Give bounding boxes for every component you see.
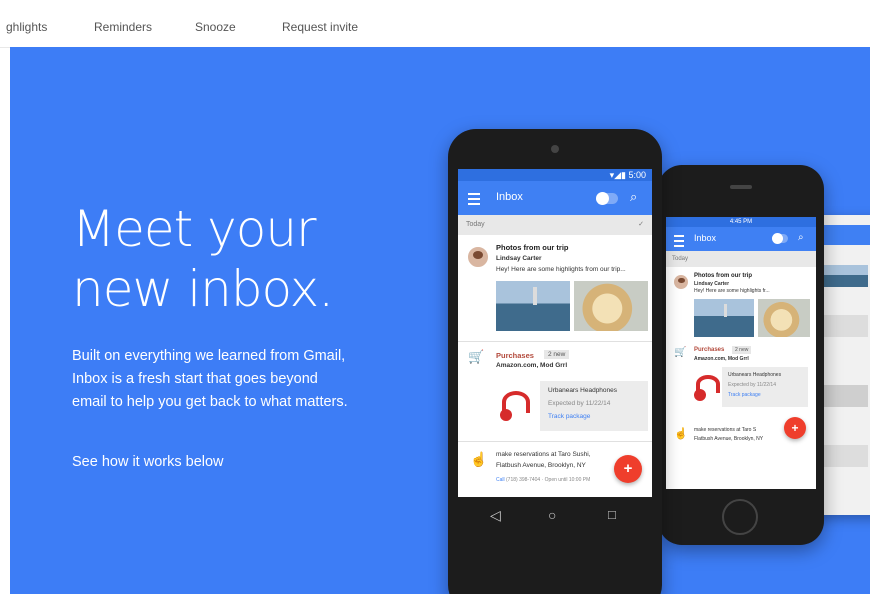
- reminder-line1[interactable]: make reservations at Taro Sushi,: [496, 451, 591, 458]
- section-today-label: Today: [466, 221, 485, 228]
- divider: [458, 341, 652, 342]
- reminder-phone-hours: (718) 398-7404 · Open until 10:00 PM: [506, 477, 591, 483]
- search-icon[interactable]: ⌕: [798, 232, 804, 243]
- cart-icon: 🛒: [468, 349, 485, 364]
- reminder-line2: Flatbush Avenue, Brooklyn, NY: [496, 462, 586, 469]
- email-preview: Hey! Here are some highlights fr...: [694, 288, 770, 294]
- hero-description: Built on everything we learned from Gmai…: [72, 348, 348, 410]
- nav-reminders[interactable]: Reminders: [94, 20, 152, 34]
- android-device: ▾◢▮ 5:00 Inbox ⌕ Today ✓ Photos from our…: [448, 129, 662, 594]
- hero-banner: Meet your new inbox. Built on everything…: [10, 47, 870, 594]
- package-title: Urbanears Headphones: [548, 387, 618, 394]
- nav-snooze[interactable]: Snooze: [195, 20, 236, 34]
- tablet-card: [818, 315, 868, 337]
- pin-toggle[interactable]: [772, 233, 788, 244]
- search-icon[interactable]: ⌕: [630, 189, 637, 205]
- iphone-app-title: Inbox: [694, 233, 717, 243]
- iphone-speaker: [730, 185, 752, 189]
- tablet-card: [818, 445, 868, 467]
- see-how-it-works-link[interactable]: See how it works below: [72, 454, 224, 470]
- reminder-line2: Flatbush Avenue, Brooklyn, NY: [694, 436, 764, 442]
- email-preview: Hey! Here are some highlights from our t…: [496, 266, 626, 273]
- iphone-status-bar: 4:45 PM: [666, 217, 816, 227]
- bundle-from: Amazon.com, Mod Grrl: [694, 356, 749, 362]
- reminder-icon: ☝: [674, 428, 688, 440]
- nav-request-invite[interactable]: Request invite: [282, 20, 358, 34]
- back-icon[interactable]: ◁: [490, 507, 501, 524]
- bundle-badge: 2 new: [732, 346, 752, 354]
- section-today: Today: [666, 251, 816, 267]
- pin-toggle[interactable]: [596, 192, 618, 205]
- track-package-link[interactable]: Track package: [728, 392, 761, 398]
- iphone-app-bar: Inbox ⌕: [666, 227, 816, 251]
- email-sender: Lindsay Carter: [694, 281, 730, 287]
- call-link[interactable]: Call: [496, 477, 505, 483]
- iphone-screen: 4:45 PM Inbox ⌕ Today Photos from our tr…: [666, 217, 816, 489]
- hero-title-line2: new inbox.: [72, 260, 334, 318]
- photo-thumbnail[interactable]: [574, 281, 648, 331]
- android-status-bar: ▾◢▮ 5:00: [458, 169, 652, 181]
- package-title: Urbanears Headphones: [728, 372, 782, 378]
- compose-fab[interactable]: +: [614, 455, 642, 483]
- bundle-from: Amazon.com, Mod Grrl: [496, 362, 568, 369]
- menu-icon[interactable]: [674, 235, 684, 250]
- compose-fab[interactable]: +: [784, 417, 806, 439]
- android-nav-bar: ◁ ○ □: [448, 501, 662, 533]
- home-button[interactable]: [722, 499, 758, 535]
- reminder-details: Call (718) 398-7404 · Open until 10:00 P…: [496, 477, 590, 483]
- signal-icon: ▾◢▮: [609, 170, 629, 180]
- bundle-label[interactable]: Purchases: [496, 351, 534, 360]
- tablet-card: [818, 385, 868, 407]
- package-expected: Expected by 11/22/14: [548, 400, 611, 407]
- photo-thumbnail[interactable]: [758, 299, 810, 337]
- package-card[interactable]: Urbanears Headphones Expected by 11/22/1…: [722, 367, 808, 407]
- email-title[interactable]: Photos from our trip: [496, 243, 569, 252]
- package-expected: Expected by 11/22/14: [728, 382, 776, 388]
- android-screen: ▾◢▮ 5:00 Inbox ⌕ Today ✓ Photos from our…: [458, 169, 652, 497]
- headphones-image: [694, 375, 720, 401]
- section-today: Today ✓: [458, 215, 652, 235]
- photo-thumbnail[interactable]: [694, 299, 754, 337]
- avatar: [672, 273, 690, 291]
- bundle-label[interactable]: Purchases: [694, 347, 724, 353]
- photo-thumbnail[interactable]: [496, 281, 570, 331]
- android-app-bar: Inbox ⌕: [458, 181, 652, 215]
- tablet-photo: [818, 265, 868, 287]
- front-camera: [551, 145, 559, 153]
- bundle-badge: 2 new: [544, 350, 570, 359]
- email-sender: Lindsay Carter: [496, 255, 542, 262]
- cart-icon: 🛒: [674, 347, 687, 358]
- home-icon[interactable]: ○: [548, 507, 556, 523]
- hero-title-line1: Meet your: [72, 200, 317, 258]
- top-nav: ghlights Reminders Snooze Request invite: [0, 0, 870, 48]
- sweep-icon[interactable]: ✓: [638, 215, 644, 235]
- recent-apps-icon[interactable]: □: [608, 507, 616, 522]
- hero-title: Meet your new inbox.: [72, 199, 334, 319]
- status-time: 5:00: [628, 170, 646, 180]
- avatar: [466, 245, 490, 269]
- package-card[interactable]: Urbanears Headphones Expected by 11/22/1…: [540, 381, 648, 431]
- email-title[interactable]: Photos from our trip: [694, 273, 752, 279]
- divider: [458, 441, 652, 442]
- nav-highlights[interactable]: ghlights: [6, 20, 47, 34]
- headphones-image: [500, 391, 530, 421]
- menu-icon[interactable]: [468, 193, 480, 208]
- reminder-line1[interactable]: make reservations at Taro S: [694, 427, 756, 433]
- track-package-link[interactable]: Track package: [548, 413, 590, 420]
- reminder-icon: ☝: [470, 451, 488, 467]
- android-app-title: Inbox: [496, 191, 523, 203]
- iphone-device: 4:45 PM Inbox ⌕ Today Photos from our tr…: [658, 165, 824, 545]
